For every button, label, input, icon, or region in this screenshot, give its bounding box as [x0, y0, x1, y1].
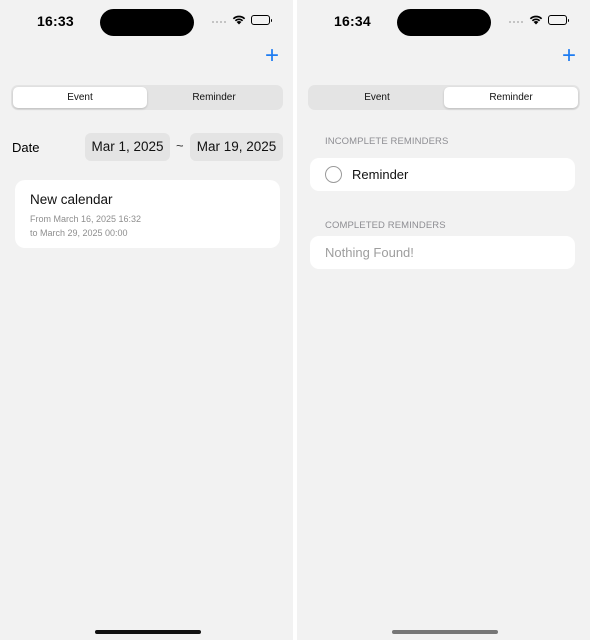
event-screen: 16:33 + Event Reminder Date Mar 1, 2025 …: [0, 0, 293, 640]
reminder-title: Reminder: [352, 167, 409, 182]
plus-icon: +: [264, 42, 279, 69]
complete-toggle-circle-icon[interactable]: [325, 166, 342, 183]
segmented-control: Event Reminder: [11, 85, 283, 110]
home-indicator[interactable]: [392, 630, 498, 634]
event-end-time: to March 29, 2025 00:00: [30, 228, 128, 238]
status-icons: [212, 14, 272, 25]
home-indicator[interactable]: [95, 630, 201, 634]
reminder-screen: 16:34 + Event Reminder INCOMPLETE REMIND…: [297, 0, 590, 640]
completed-reminders-header: COMPLETED REMINDERS: [325, 220, 446, 231]
wifi-icon: [232, 15, 246, 25]
empty-state-row: Nothing Found!: [310, 236, 575, 269]
end-date-picker[interactable]: Mar 19, 2025: [190, 133, 283, 161]
empty-state-label: Nothing Found!: [325, 245, 414, 260]
cellular-signal-icon: [509, 15, 524, 25]
event-card[interactable]: New calendar From March 16, 2025 16:32 t…: [15, 180, 280, 248]
status-time: 16:33: [37, 13, 74, 29]
segment-event[interactable]: Event: [310, 87, 444, 108]
status-time: 16:34: [334, 13, 371, 29]
date-separator: ~: [176, 138, 184, 153]
battery-icon: [251, 14, 272, 25]
dynamic-island: [100, 9, 194, 36]
cellular-signal-icon: [212, 15, 227, 25]
segment-reminder[interactable]: Reminder: [444, 87, 578, 108]
battery-icon: [548, 14, 569, 25]
start-date-picker[interactable]: Mar 1, 2025: [85, 133, 170, 161]
plus-icon: +: [561, 42, 576, 69]
dynamic-island: [397, 9, 491, 36]
add-button[interactable]: +: [560, 42, 578, 69]
add-button[interactable]: +: [263, 42, 281, 69]
status-icons: [509, 14, 569, 25]
reminder-row[interactable]: Reminder: [310, 158, 575, 191]
event-start-time: From March 16, 2025 16:32: [30, 214, 142, 224]
segment-event[interactable]: Event: [13, 87, 147, 108]
incomplete-reminders-header: INCOMPLETE REMINDERS: [325, 136, 449, 147]
wifi-icon: [529, 15, 543, 25]
segment-reminder[interactable]: Reminder: [147, 87, 281, 108]
date-label: Date: [12, 140, 40, 155]
event-title: New calendar: [30, 192, 113, 207]
segmented-control: Event Reminder: [308, 85, 580, 110]
